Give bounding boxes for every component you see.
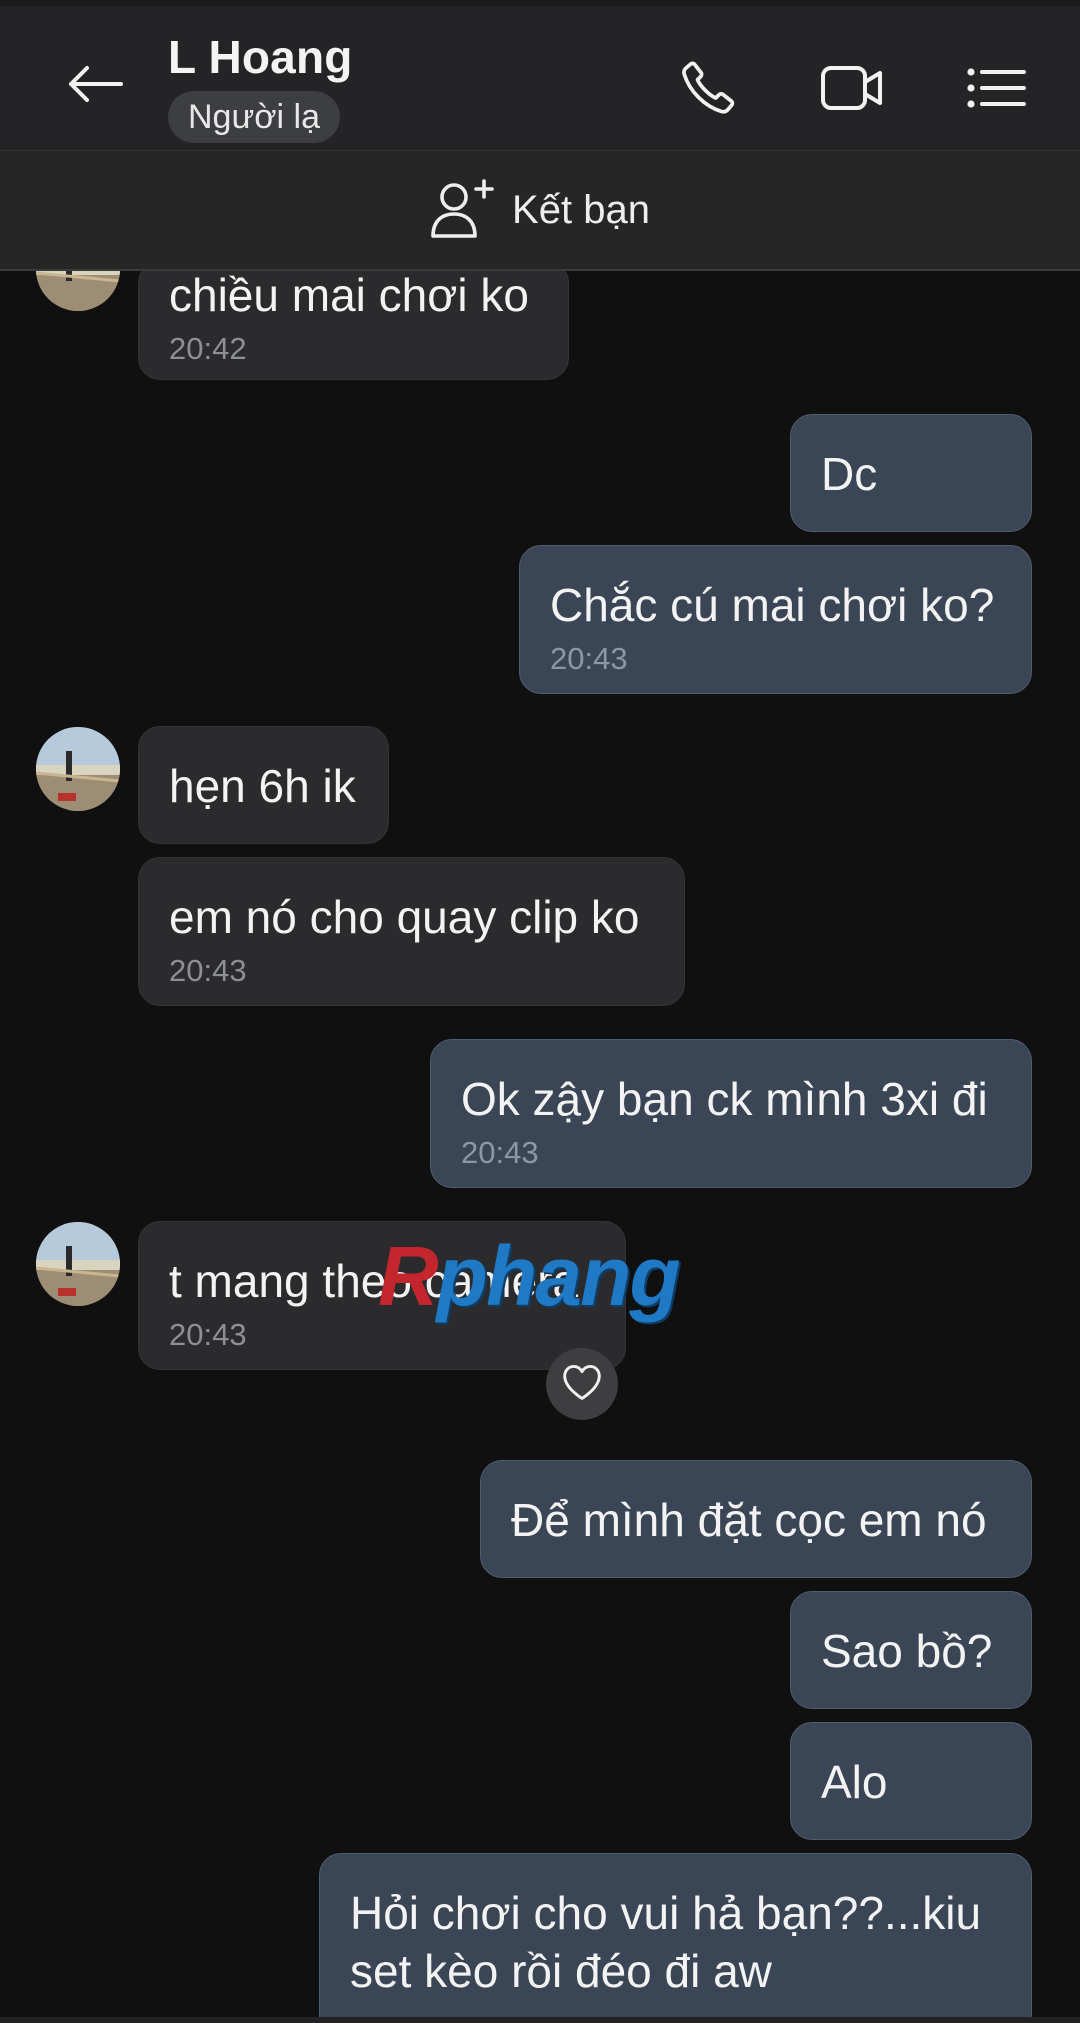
message-bubble-outgoing[interactable]: Hỏi chơi cho vui hả bạn??...kiu set kèo … (319, 1853, 1032, 2023)
message-text: Chắc cú mai chơi ko? (550, 579, 995, 631)
message-bubble-outgoing[interactable]: Để mình đặt cọc em nó (480, 1460, 1032, 1578)
message-text-line-1: Hỏi chơi cho vui hả bạn??...kiu (350, 1887, 982, 1939)
message-text: Alo (821, 1756, 888, 1808)
contact-avatar[interactable] (36, 1222, 120, 1306)
react-button[interactable] (546, 1348, 618, 1420)
contact-name[interactable]: L Hoang (168, 30, 353, 84)
watermark-logo: Rphang (378, 1229, 681, 1323)
message-text: hẹn 6h ik (169, 760, 356, 812)
chat-options-button[interactable] (960, 54, 1032, 126)
add-person-icon (430, 177, 496, 244)
back-button[interactable] (60, 56, 130, 116)
message-text-line-2: set kèo rồi đéo đi aw (350, 1945, 772, 1997)
add-friend-label: Kết bạn (512, 187, 650, 232)
chat-header: L Hoang Người lạ (0, 0, 1080, 150)
message-text: chiều mai chơi ko (169, 271, 529, 321)
message-bubble-incoming[interactable]: chiều mai chơi ko 20:42 (138, 271, 569, 380)
voice-call-button[interactable] (672, 54, 744, 126)
message-time: 20:43 (550, 641, 628, 676)
message-bubble-outgoing[interactable]: Chắc cú mai chơi ko? 20:43 (519, 545, 1032, 694)
message-bubble-outgoing[interactable]: Ok zậy bạn ck mình 3xi đi 20:43 (430, 1039, 1032, 1188)
stranger-badge: Người lạ (168, 91, 340, 143)
contact-avatar[interactable] (36, 727, 120, 811)
contact-avatar[interactable] (36, 271, 120, 311)
video-call-button[interactable] (816, 54, 888, 126)
message-text: Để mình đặt cọc em nó (511, 1494, 987, 1546)
message-text: Sao bồ? (821, 1625, 993, 1677)
back-arrow-icon (67, 64, 123, 109)
message-list[interactable]: chiều mai chơi ko 20:42 Dc Chắc cú mai c… (0, 271, 1080, 2023)
message-bubble-incoming[interactable]: hẹn 6h ik (138, 726, 389, 844)
add-friend-bar[interactable]: Kết bạn (0, 150, 1080, 271)
message-text: Dc (821, 448, 878, 500)
message-bubble-incoming[interactable]: em nó cho quay clip ko 20:43 (138, 857, 685, 1006)
message-time: 20:43 (169, 953, 247, 988)
heart-icon (561, 1363, 603, 1406)
message-bubble-outgoing[interactable]: Sao bồ? (790, 1591, 1032, 1709)
message-time: 20:43 (461, 1135, 539, 1170)
menu-list-icon (966, 66, 1026, 115)
phone-icon (678, 58, 738, 123)
message-bubble-outgoing[interactable]: Alo (790, 1722, 1032, 1840)
bottom-edge (0, 2017, 1080, 2023)
video-camera-icon (820, 60, 884, 121)
message-text: em nó cho quay clip ko (169, 891, 640, 943)
message-text: Ok zậy bạn ck mình 3xi đi (461, 1073, 988, 1125)
message-bubble-outgoing[interactable]: Dc (790, 414, 1032, 532)
message-time: 20:42 (169, 331, 247, 366)
